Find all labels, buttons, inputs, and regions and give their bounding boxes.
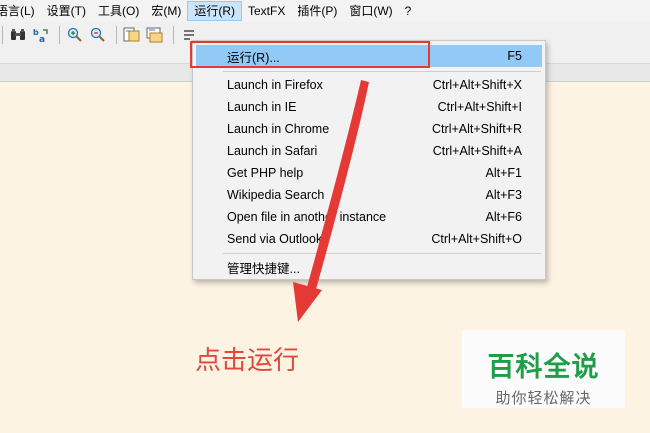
annotation-caption: 点击运行 [195,346,300,376]
toolbar-separator [2,26,3,44]
svg-text:a: a [39,35,45,43]
menu-item-label: 运行(R)... [227,50,280,65]
menu-item-shortcut: Alt+F3 [485,188,522,202]
menu-item-label: Launch in Safari [227,144,318,158]
menu-plugins[interactable]: 插件(P) [291,1,343,21]
menu-item-shortcut: Alt+F1 [485,166,522,180]
menu-item-send-outlook[interactable]: Send via Outlook Ctrl+Alt+Shift+O [196,228,542,250]
menu-item-label: Send via Outlook [227,232,323,246]
menu-bar: 语言(L) 设置(T) 工具(O) 宏(M) 运行(R) TextFX 插件(P… [0,0,650,22]
menu-settings[interactable]: 设置(T) [41,1,92,21]
menu-item-label: Open file in another instance [227,210,387,224]
menu-macro[interactable]: 宏(M) [145,1,187,21]
toolbar-separator [59,26,60,44]
menu-item-shortcut: Ctrl+Alt+Shift+X [432,78,522,92]
menu-textfx[interactable]: TextFX [242,1,291,21]
menu-item-launch-ie[interactable]: Launch in IE Ctrl+Alt+Shift+I [196,96,542,118]
menu-item-label: 管理快捷键... [227,261,300,276]
menu-help[interactable]: ? [399,1,418,21]
menu-tools[interactable]: 工具(O) [92,1,145,21]
toolbar-row: ba [0,24,202,46]
menu-item-wikipedia-search[interactable]: Wikipedia Search Alt+F3 [196,184,542,206]
run-menu-dropdown: 运行(R)... F5 Launch in Firefox Ctrl+Alt+S… [192,40,546,280]
menu-language[interactable]: 语言(L) [0,1,41,21]
replace-icon[interactable]: ba [31,25,51,45]
menu-item-open-another-instance[interactable]: Open file in another instance Alt+F6 [196,206,542,228]
menu-item-launch-chrome[interactable]: Launch in Chrome Ctrl+Alt+Shift+R [196,118,542,140]
menu-item-shortcut: Ctrl+Alt+Shift+I [437,100,522,114]
menu-separator [223,71,541,72]
menu-item-label: Launch in IE [227,100,297,114]
sync-horizontal-icon[interactable] [145,25,165,45]
zoom-in-icon[interactable] [65,25,85,45]
menu-item-shortcut: F5 [507,49,522,63]
menu-item-shortcut: Ctrl+Alt+Shift+R [432,122,522,136]
menu-item-shortcut: Ctrl+Alt+Shift+A [432,144,522,158]
menu-item-shortcut: Alt+F6 [485,210,522,224]
watermark-title: 百科全说 [487,352,600,383]
menu-item-label: Get PHP help [227,166,304,180]
menu-item-launch-safari[interactable]: Launch in Safari Ctrl+Alt+Shift+A [196,140,542,162]
menu-item-shortcut: Ctrl+Alt+Shift+O [431,232,522,246]
menu-window[interactable]: 窗口(W) [343,1,398,21]
menu-item-php-help[interactable]: Get PHP help Alt+F1 [196,162,542,184]
menu-item-label: Launch in Firefox [227,78,323,92]
watermark-subtitle: 助你轻松解决 [495,390,592,407]
menu-item-label: Launch in Chrome [227,122,330,136]
watermark-logo: 百科全说 助你轻松解决 [462,330,625,408]
binoculars-icon[interactable] [8,25,28,45]
toolbar-separator [173,26,174,44]
zoom-out-icon[interactable] [88,25,108,45]
menu-run[interactable]: 运行(R) [187,1,242,21]
menu-separator [223,253,541,254]
menu-item-label: Wikipedia Search [227,188,325,202]
sync-vertical-icon[interactable] [122,25,142,45]
toolbar-separator [116,26,117,44]
menu-item-launch-firefox[interactable]: Launch in Firefox Ctrl+Alt+Shift+X [196,74,542,96]
menu-item-run[interactable]: 运行(R)... F5 [196,45,542,67]
menu-item-manage-shortcuts[interactable]: 管理快捷键... [196,256,542,278]
